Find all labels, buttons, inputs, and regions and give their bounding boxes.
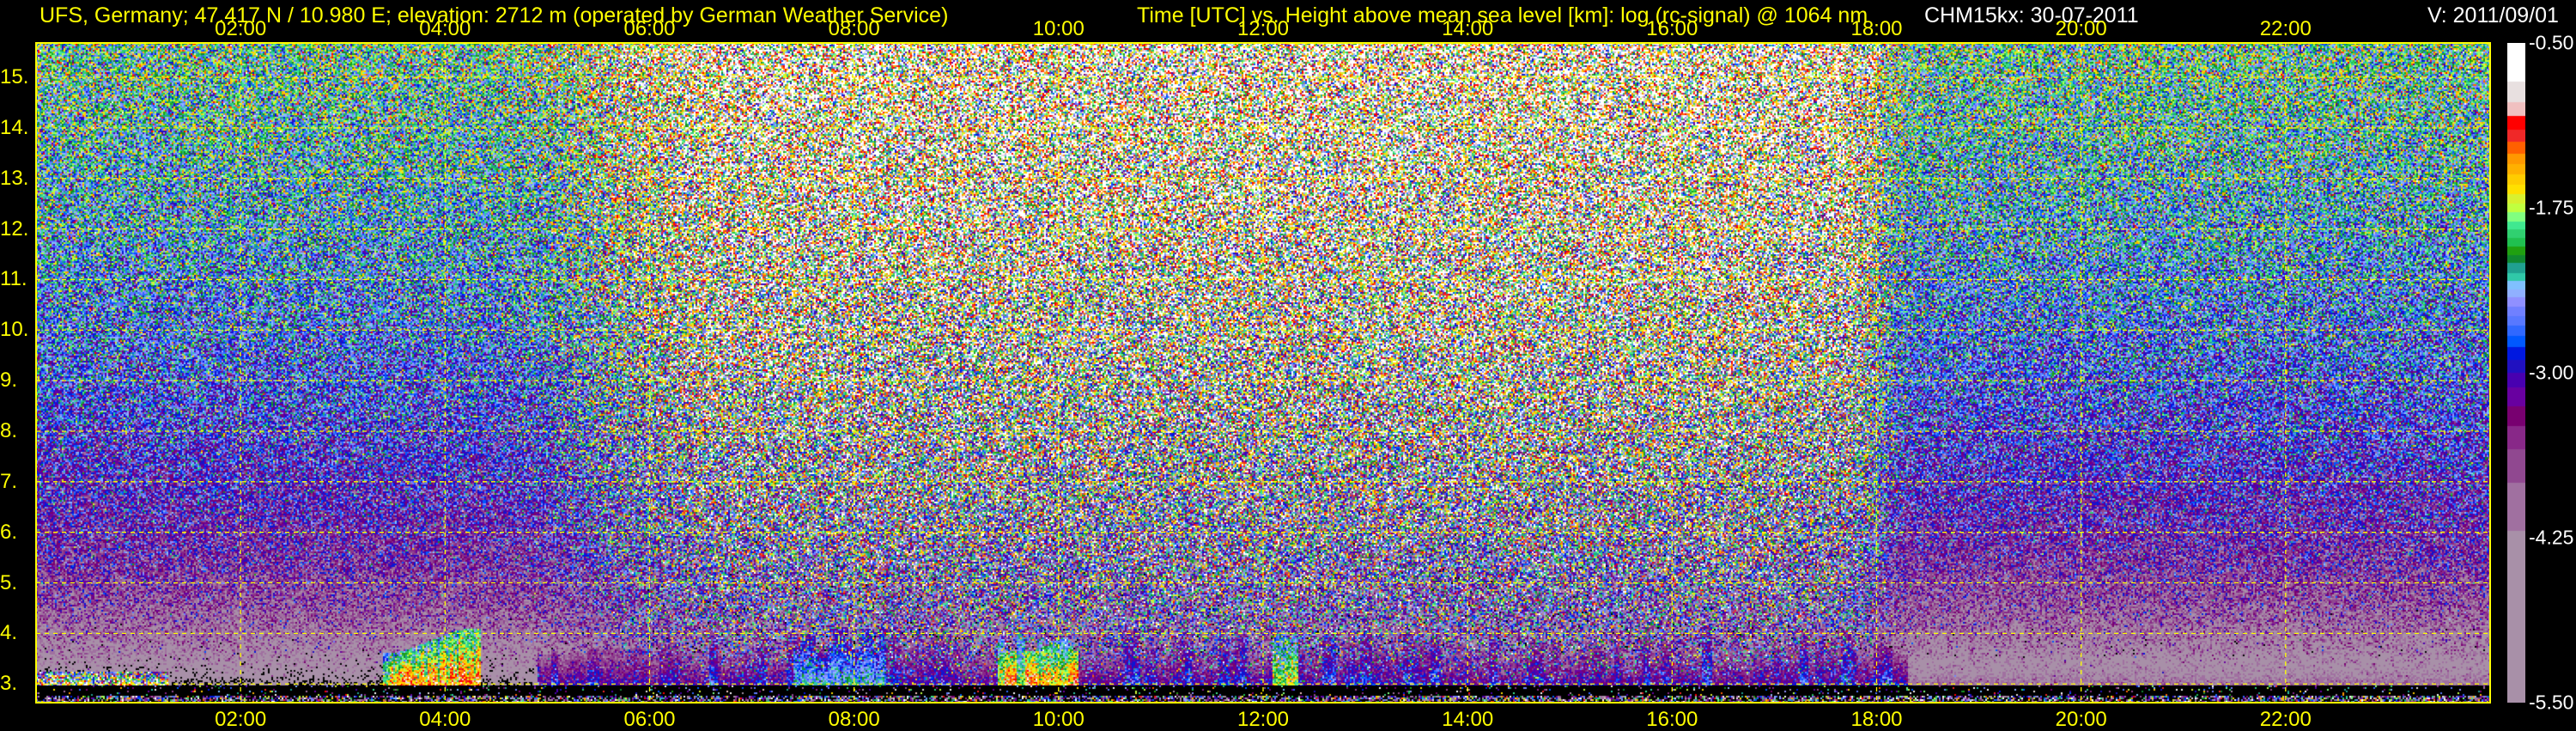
y-tick-label: 4. — [0, 621, 18, 645]
colorbar-tick-label: -0.50 — [2529, 31, 2574, 54]
y-tick-label: 9. — [0, 369, 18, 393]
grid-overlay — [35, 42, 2491, 704]
y-tick-label: 10. — [0, 318, 29, 342]
colorbar-tick-label: -1.75 — [2529, 196, 2574, 219]
x-tick-label-bottom: 08:00 — [828, 708, 880, 731]
x-tick-label-bottom: 16:00 — [1646, 708, 1698, 731]
x-tick-label-top: 02:00 — [215, 17, 267, 40]
y-tick-label: 14. — [0, 115, 29, 139]
x-tick-label-bottom: 18:00 — [1850, 708, 1903, 731]
y-tick-label: 5. — [0, 570, 18, 594]
y-tick-label: 8. — [0, 418, 18, 442]
colorbar-tick-label: -5.50 — [2529, 691, 2574, 714]
y-tick-label: 15. — [0, 65, 29, 89]
x-tick-label-bottom: 12:00 — [1236, 708, 1290, 731]
colorbar — [2507, 43, 2525, 703]
y-tick-label: 13. — [0, 166, 29, 190]
x-tick-label-top: 08:00 — [828, 17, 880, 40]
x-tick-label-bottom: 06:00 — [623, 708, 676, 731]
colorbar-tick-label: -3.00 — [2529, 361, 2574, 384]
y-tick-label: 11. — [0, 267, 27, 291]
x-tick-label-top: 14:00 — [1442, 17, 1494, 40]
x-tick-label-bottom: 04:00 — [419, 708, 471, 731]
x-tick-label-top: 04:00 — [419, 17, 471, 40]
y-tick-label: 7. — [0, 469, 18, 493]
colorbar-tick-label: -4.25 — [2529, 526, 2574, 549]
y-tick-label: 12. — [0, 216, 29, 241]
x-tick-label-top: 18:00 — [1850, 17, 1903, 40]
x-tick-label-top: 12:00 — [1236, 17, 1290, 40]
x-tick-label-bottom: 10:00 — [1032, 708, 1084, 731]
x-tick-label-top: 06:00 — [623, 17, 676, 40]
y-tick-label: 3. — [0, 672, 18, 696]
x-tick-label-bottom: 20:00 — [2055, 708, 2107, 731]
x-tick-label-bottom: 22:00 — [2259, 708, 2312, 731]
plot-area — [35, 42, 2491, 704]
x-tick-label-top: 16:00 — [1646, 17, 1698, 40]
x-tick-label-top: 20:00 — [2055, 17, 2107, 40]
x-tick-label-top: 10:00 — [1032, 17, 1084, 40]
x-tick-label-bottom: 14:00 — [1442, 708, 1494, 731]
x-tick-label-bottom: 02:00 — [215, 708, 267, 731]
y-tick-label: 6. — [0, 520, 18, 544]
x-tick-label-top: 22:00 — [2259, 17, 2312, 40]
version-label: V: 2011/09/01 — [2427, 3, 2559, 27]
station-info: UFS, Germany; 47.417 N / 10.980 E; eleva… — [39, 3, 949, 27]
